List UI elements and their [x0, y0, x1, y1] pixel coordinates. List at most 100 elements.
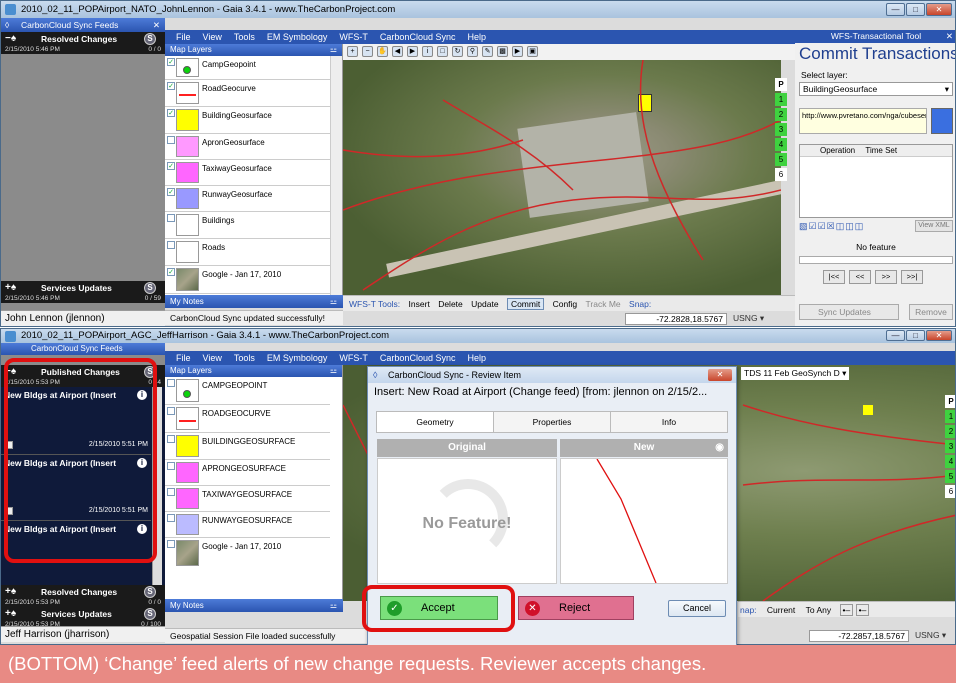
layer-row[interactable]: ✓ RoadGeocurve: [165, 80, 330, 107]
menu-file[interactable]: File: [176, 351, 191, 365]
index-item[interactable]: P: [945, 395, 955, 408]
index-item[interactable]: 1: [945, 410, 955, 423]
layer-row[interactable]: APRONGEOSURFACE: [165, 460, 330, 486]
layer-checkbox[interactable]: ✓: [167, 82, 175, 90]
menu-wfs-t[interactable]: WFS-T: [339, 351, 368, 365]
layer-row[interactable]: ✓ CampGeopoint: [165, 56, 330, 80]
maximize-button[interactable]: □: [906, 3, 925, 16]
index-item[interactable]: 1: [775, 93, 787, 106]
close-button[interactable]: ✕: [926, 3, 952, 16]
satellite-map[interactable]: [343, 60, 781, 295]
extent-icon[interactable]: □: [437, 46, 448, 57]
layer-checkbox[interactable]: [167, 488, 175, 496]
layer-checkbox[interactable]: [167, 540, 175, 548]
menu-carboncloud-sync[interactable]: CarbonCloud Sync: [380, 351, 456, 365]
expand-icon[interactable]: +♠: [5, 585, 16, 599]
menu-view[interactable]: View: [203, 351, 222, 365]
layer-checkbox[interactable]: [167, 462, 175, 470]
expand-icon[interactable]: +♠: [5, 281, 16, 295]
insert-button[interactable]: Insert: [409, 299, 430, 309]
index-item[interactable]: 3: [945, 440, 955, 453]
snap-to-any-button[interactable]: To Any: [806, 605, 832, 615]
pan-icon[interactable]: ✋: [377, 46, 388, 57]
layer-checkbox[interactable]: [167, 407, 175, 415]
minimize-button[interactable]: —: [886, 3, 905, 16]
feeds-close-icon[interactable]: ✕: [153, 18, 160, 32]
layers-scrollbar[interactable]: [330, 56, 342, 295]
index-item[interactable]: 5: [775, 153, 787, 166]
minimize-button[interactable]: —: [886, 330, 905, 341]
usng-dropdown[interactable]: USNG ▾: [733, 313, 764, 324]
index-item[interactable]: 6: [945, 485, 955, 498]
index-item[interactable]: P: [775, 78, 787, 91]
layer-row[interactable]: TAXIWAYGEOSURFACE: [165, 486, 330, 512]
my-notes-bar[interactable]: My Notes ⚍: [165, 295, 343, 308]
layer-checkbox[interactable]: [167, 379, 175, 387]
maximize-button[interactable]: □: [906, 330, 925, 341]
layer-checkbox[interactable]: [167, 514, 175, 522]
update-button[interactable]: Update: [471, 299, 498, 309]
index-item[interactable]: 3: [775, 123, 787, 136]
snap-mode-icon[interactable]: •–: [855, 604, 870, 616]
remove-button[interactable]: Remove: [909, 304, 953, 320]
menu-tools[interactable]: Tools: [234, 30, 255, 44]
menu-carboncloud-sync[interactable]: CarbonCloud Sync: [380, 30, 456, 44]
refresh-icon[interactable]: ↻: [452, 46, 463, 57]
notes-pin-icon[interactable]: ⚍: [330, 295, 337, 308]
dialog-close-icon[interactable]: ✕: [708, 369, 732, 381]
zoom-out-icon[interactable]: −: [362, 46, 373, 57]
close-button[interactable]: ✕: [926, 330, 952, 341]
layer-select[interactable]: BuildingGeosurface ▾: [799, 82, 953, 96]
layer-checkbox[interactable]: [167, 241, 175, 249]
config-button[interactable]: Config: [553, 299, 578, 309]
sync-updates-button[interactable]: Sync Updates: [799, 304, 899, 320]
layer-row[interactable]: ApronGeosurface: [165, 134, 330, 160]
layer-row[interactable]: Roads: [165, 239, 330, 266]
snap-mode-icon[interactable]: •–: [839, 604, 854, 616]
layer-checkbox[interactable]: ✓: [167, 162, 175, 170]
prev-button[interactable]: <<: [849, 270, 871, 284]
first-button[interactable]: |<<: [823, 270, 845, 284]
next-button[interactable]: >>: [875, 270, 897, 284]
layer-checkbox[interactable]: [167, 435, 175, 443]
expand-icon[interactable]: +♠: [5, 607, 16, 621]
menu-help[interactable]: Help: [467, 30, 486, 44]
service-url-field[interactable]: http://www.pvretano.com/nga/cubeserv.cgi…: [799, 108, 927, 134]
layer-checkbox[interactable]: [167, 136, 175, 144]
menu-file[interactable]: File: [176, 30, 191, 44]
layer-row[interactable]: ✓ BuildingGeosurface: [165, 107, 330, 134]
layer-row[interactable]: ✓ Google - Jan 17, 2010: [165, 266, 330, 294]
layer-checkbox[interactable]: ✓: [167, 268, 175, 276]
services-updates-header[interactable]: +♠ Services Updates S: [1, 607, 165, 621]
delete-button[interactable]: Delete: [438, 299, 463, 309]
last-button[interactable]: >>|: [901, 270, 923, 284]
commit-button[interactable]: Commit: [506, 298, 545, 310]
menu-em-symbology[interactable]: EM Symbology: [267, 30, 328, 44]
usng-dropdown[interactable]: USNG ▾: [915, 630, 946, 641]
tab-geometry[interactable]: Geometry: [377, 412, 494, 432]
tab-properties[interactable]: Properties: [494, 412, 611, 432]
menu-view[interactable]: View: [203, 30, 222, 44]
my-notes-bar[interactable]: My Notes ⚍: [165, 599, 343, 612]
pin-icon[interactable]: ⚍: [330, 365, 337, 377]
reject-button[interactable]: ✕ Reject: [518, 596, 634, 620]
layer-checkbox[interactable]: ✓: [167, 58, 175, 66]
index-item[interactable]: 5: [945, 470, 955, 483]
services-updates-header[interactable]: +♠ Services Updates S: [1, 281, 165, 295]
index-item[interactable]: 2: [945, 425, 955, 438]
transactions-list[interactable]: Operation Time Set: [799, 144, 953, 218]
back-icon[interactable]: ◀: [392, 46, 403, 57]
tab-info[interactable]: Info: [611, 412, 727, 432]
index-item[interactable]: 2: [775, 108, 787, 121]
resolved-changes-header[interactable]: +♠ Resolved Changes S: [1, 585, 165, 599]
notes-pin-icon[interactable]: ⚍: [330, 599, 337, 612]
layer-select[interactable]: TDS 11 Feb GeoSynch D ▾: [741, 367, 850, 380]
view-xml-button[interactable]: View XML: [915, 220, 953, 232]
layer-row[interactable]: ✓ RunwayGeosurface: [165, 186, 330, 212]
layer-checkbox[interactable]: [167, 214, 175, 222]
layer-checkbox[interactable]: ✓: [167, 188, 175, 196]
index-item[interactable]: 4: [945, 455, 955, 468]
layer-row[interactable]: ✓ TaxiwayGeosurface: [165, 160, 330, 186]
forward-icon[interactable]: ▶: [407, 46, 418, 57]
zoom-in-icon[interactable]: +: [347, 46, 358, 57]
